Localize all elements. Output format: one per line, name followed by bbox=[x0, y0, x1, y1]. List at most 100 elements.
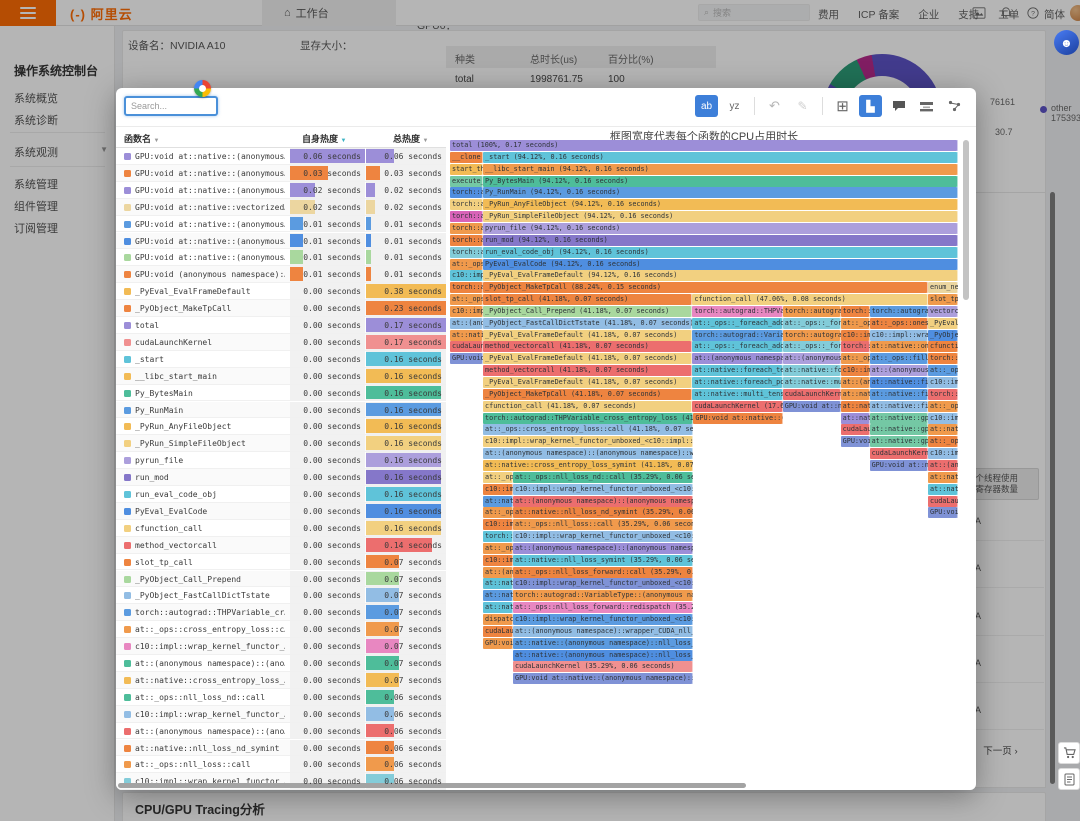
undo-icon[interactable]: ↶ bbox=[763, 95, 786, 117]
flame-frame[interactable]: torch::a bbox=[450, 222, 484, 234]
flame-frame[interactable]: torch::a bbox=[450, 246, 484, 258]
flame-frame[interactable]: at::native::(anonymous namespace)::nll_l… bbox=[512, 649, 694, 661]
table-row[interactable]: _PyObject_MakeTpCall 0.00 seconds 0.23 sec… bbox=[116, 300, 446, 317]
flame-frame[interactable]: __libc_start_main (94.12%, 0.16 seconds) bbox=[483, 163, 958, 175]
cart-button[interactable] bbox=[1058, 742, 1080, 764]
flame-frame[interactable]: PyEval_EvalCode (94.12%, 0.16 seconds) bbox=[483, 258, 958, 270]
table-row[interactable]: GPU:void at::native::(anonymous… 0.03 sec… bbox=[116, 164, 446, 182]
flame-frame[interactable]: at::native::gpu_ bbox=[869, 412, 928, 424]
flame-frame[interactable]: execute_ bbox=[450, 175, 484, 187]
table-row[interactable]: at::native::nll_loss_nd_symint 0.00 secon… bbox=[116, 739, 446, 757]
table-row[interactable]: _PyObject_Call_Prepend 0.00 seconds 0.07 s… bbox=[116, 570, 446, 588]
flame-frame[interactable]: at::native::foreach_poin bbox=[692, 377, 783, 388]
flame-frame[interactable]: pyrun_file (94.12%, 0.16 seconds) bbox=[483, 222, 958, 234]
flame-frame[interactable]: at::native::fill bbox=[869, 400, 928, 412]
flame-frame[interactable]: c10::im bbox=[928, 377, 958, 388]
flame-frame[interactable]: at::native::mult bbox=[782, 377, 841, 388]
search-text-toggle[interactable]: ab bbox=[695, 95, 718, 117]
flame-frame[interactable]: torch::autograd::Variabl bbox=[692, 329, 783, 341]
flame-frame[interactable]: vectorca bbox=[928, 305, 958, 317]
table-row[interactable]: GPU:void at::native::vectorized… 0.02 sec… bbox=[116, 198, 446, 216]
flame-frame[interactable]: at::nat bbox=[483, 495, 513, 507]
flame-frame[interactable]: at::nat bbox=[928, 424, 958, 436]
flame-frame[interactable]: torch:: bbox=[840, 305, 870, 317]
flame-frame[interactable]: at::_op bbox=[840, 317, 870, 329]
sandwich-view-icon[interactable] bbox=[915, 95, 938, 117]
flame-frame[interactable]: run_mod (94.12%, 0.16 seconds) bbox=[483, 234, 958, 246]
flame-frame[interactable]: c10::impl::wrap_ bbox=[869, 329, 928, 341]
annotation-icon[interactable] bbox=[887, 95, 910, 117]
modal-vertical-scrollbar[interactable] bbox=[963, 140, 969, 300]
flame-frame[interactable]: torch::autograd: bbox=[869, 305, 928, 317]
flame-frame[interactable]: at::native::multi_tensor bbox=[692, 388, 783, 400]
flame-frame[interactable]: cudaLaun bbox=[483, 625, 513, 637]
flame-frame[interactable]: run_eval_code_obj (94.12%, 0.16 seconds) bbox=[483, 246, 958, 258]
table-row[interactable]: Py_BytesMain 0.00 seconds 0.16 seconds bbox=[116, 384, 446, 402]
flame-frame[interactable]: c10::im bbox=[928, 448, 958, 460]
flame-frame[interactable]: _PyObject_Call_Prepend (41.18%, 0.07 sec… bbox=[483, 305, 693, 317]
flame-frame[interactable]: torch::autograd::THPVariable_cross_entro… bbox=[483, 412, 694, 424]
flame-frame[interactable]: at::_op bbox=[840, 353, 870, 365]
flame-frame[interactable]: at::_op bbox=[483, 507, 513, 519]
table-row[interactable]: run_mod 0.00 seconds 0.16 seconds bbox=[116, 469, 446, 486]
flame-frame[interactable]: torch::a bbox=[450, 199, 484, 211]
flame-frame[interactable]: at::(anonymous namespace)::(anonymous na… bbox=[483, 448, 694, 460]
flame-frame[interactable]: at::_ops::nll_loss_forward::call (35.29%… bbox=[512, 566, 694, 578]
flame-frame[interactable]: _PyObje bbox=[928, 329, 958, 341]
flame-frame[interactable]: at::(anonymous namespace)::(anonymous na… bbox=[512, 495, 694, 507]
flame-frame[interactable]: at::_op bbox=[483, 542, 513, 554]
flame-frame[interactable]: torch::autograd::VariableType::(anonymou… bbox=[512, 590, 694, 602]
table-row[interactable]: slot_tp_call 0.00 seconds 0.07 seconds bbox=[116, 553, 446, 571]
flame-frame[interactable]: at::_op bbox=[928, 436, 958, 448]
table-row[interactable]: at::(anonymous namespace)::(ano… 0.00 sec… bbox=[116, 722, 446, 740]
flame-frame[interactable]: at::nat bbox=[928, 471, 958, 483]
flame-frame[interactable]: GPU:void at::nat bbox=[869, 459, 928, 471]
customer-service-button[interactable]: ☻ bbox=[1054, 30, 1079, 55]
flame-frame[interactable]: cudaLaunchKernel bbox=[782, 388, 841, 400]
flame-frame[interactable]: dispatch bbox=[483, 614, 513, 625]
flame-frame[interactable]: at::nati bbox=[483, 602, 513, 614]
flame-frame[interactable]: _PyEval_ bbox=[928, 317, 958, 329]
regex-toggle[interactable]: yz bbox=[723, 95, 746, 117]
column-total-heat[interactable]: 总热度 ▼ bbox=[393, 132, 428, 145]
flame-frame[interactable]: slot_tp_ bbox=[928, 294, 958, 306]
table-row[interactable]: run_eval_code_obj 0.00 seconds 0.16 second… bbox=[116, 486, 446, 503]
table-row[interactable]: GPU:void at::native::(anonymous… 0.01 sec… bbox=[116, 249, 446, 267]
flame-frame[interactable]: at::(anonymous namespace)::wrapper_CUDA_… bbox=[512, 625, 694, 637]
flame-frame[interactable]: c10::im bbox=[840, 329, 870, 341]
flame-frame[interactable]: torch::autograd::THPVari bbox=[692, 305, 783, 317]
table-row[interactable]: _PyObject_FastCallDictTstate 0.00 seconds… bbox=[116, 587, 446, 605]
flame-frame[interactable]: at::_ops::fill_ bbox=[869, 353, 928, 365]
flame-frame[interactable]: at::native::fill bbox=[869, 377, 928, 388]
flame-frame[interactable]: at::nat bbox=[928, 483, 958, 495]
column-self-heat[interactable]: 自身热度 ▼ bbox=[302, 132, 346, 145]
flame-frame[interactable]: at::nat bbox=[840, 388, 870, 400]
flame-frame[interactable]: cudaLau bbox=[928, 495, 958, 507]
flame-frame[interactable]: _PyEval_EvalFrameDefault (41.18%, 0.07 s… bbox=[483, 353, 693, 365]
flame-frame[interactable]: at::_ops::nll_loss_forward::redispatch (… bbox=[512, 602, 694, 614]
flame-frame[interactable]: c10::im bbox=[483, 554, 513, 566]
flame-frame[interactable]: GPU:void bbox=[450, 353, 484, 365]
flame-frame[interactable]: c10::impl::wrap_kernel_functor_unboxed_<… bbox=[483, 436, 694, 448]
table-row[interactable]: cfunction_call 0.00 seconds 0.16 seconds bbox=[116, 519, 446, 537]
flame-frame[interactable]: c10::impl::wrap_kernel_functor_unboxed_<… bbox=[512, 614, 694, 625]
table-row[interactable]: _start 0.00 seconds 0.16 seconds bbox=[116, 350, 446, 368]
flame-frame[interactable]: at::_ops::_forea bbox=[782, 341, 841, 353]
flame-frame[interactable]: torch:: bbox=[840, 341, 870, 353]
table-row[interactable]: PyEval_EvalCode 0.00 seconds 0.16 seconds bbox=[116, 502, 446, 520]
flame-frame[interactable]: at::(an bbox=[483, 566, 513, 578]
table-row[interactable]: total 0.00 seconds 0.17 seconds bbox=[116, 317, 446, 334]
flame-frame[interactable]: cudaLaunchKernel (17.65% bbox=[692, 400, 783, 412]
flame-frame[interactable]: at::nati bbox=[450, 329, 484, 341]
flame-frame[interactable]: torch::autograd: bbox=[782, 305, 841, 317]
flame-frame[interactable]: _PyObject_FastCallDictTstate (41.18%, 0.… bbox=[483, 317, 693, 329]
flame-frame[interactable]: c10::im bbox=[928, 412, 958, 424]
flame-frame[interactable]: at::_ops bbox=[450, 294, 484, 306]
flame-frame[interactable]: at::nati bbox=[483, 590, 513, 602]
flame-frame[interactable]: torch::a bbox=[450, 234, 484, 246]
table-row[interactable]: c10::impl::wrap_kernel_functor_… 0.00 sec… bbox=[116, 705, 446, 723]
table-row[interactable]: Py_RunMain 0.00 seconds 0.16 seconds bbox=[116, 401, 446, 419]
flame-frame[interactable]: cfunction_call (47.06%, 0.08 seconds) bbox=[692, 294, 929, 306]
flame-frame[interactable]: Py_RunMain (94.12%, 0.16 seconds) bbox=[483, 187, 958, 199]
flame-frame[interactable]: _PyEval_EvalFrameDefault (41.18%, 0.07 s… bbox=[483, 329, 693, 341]
